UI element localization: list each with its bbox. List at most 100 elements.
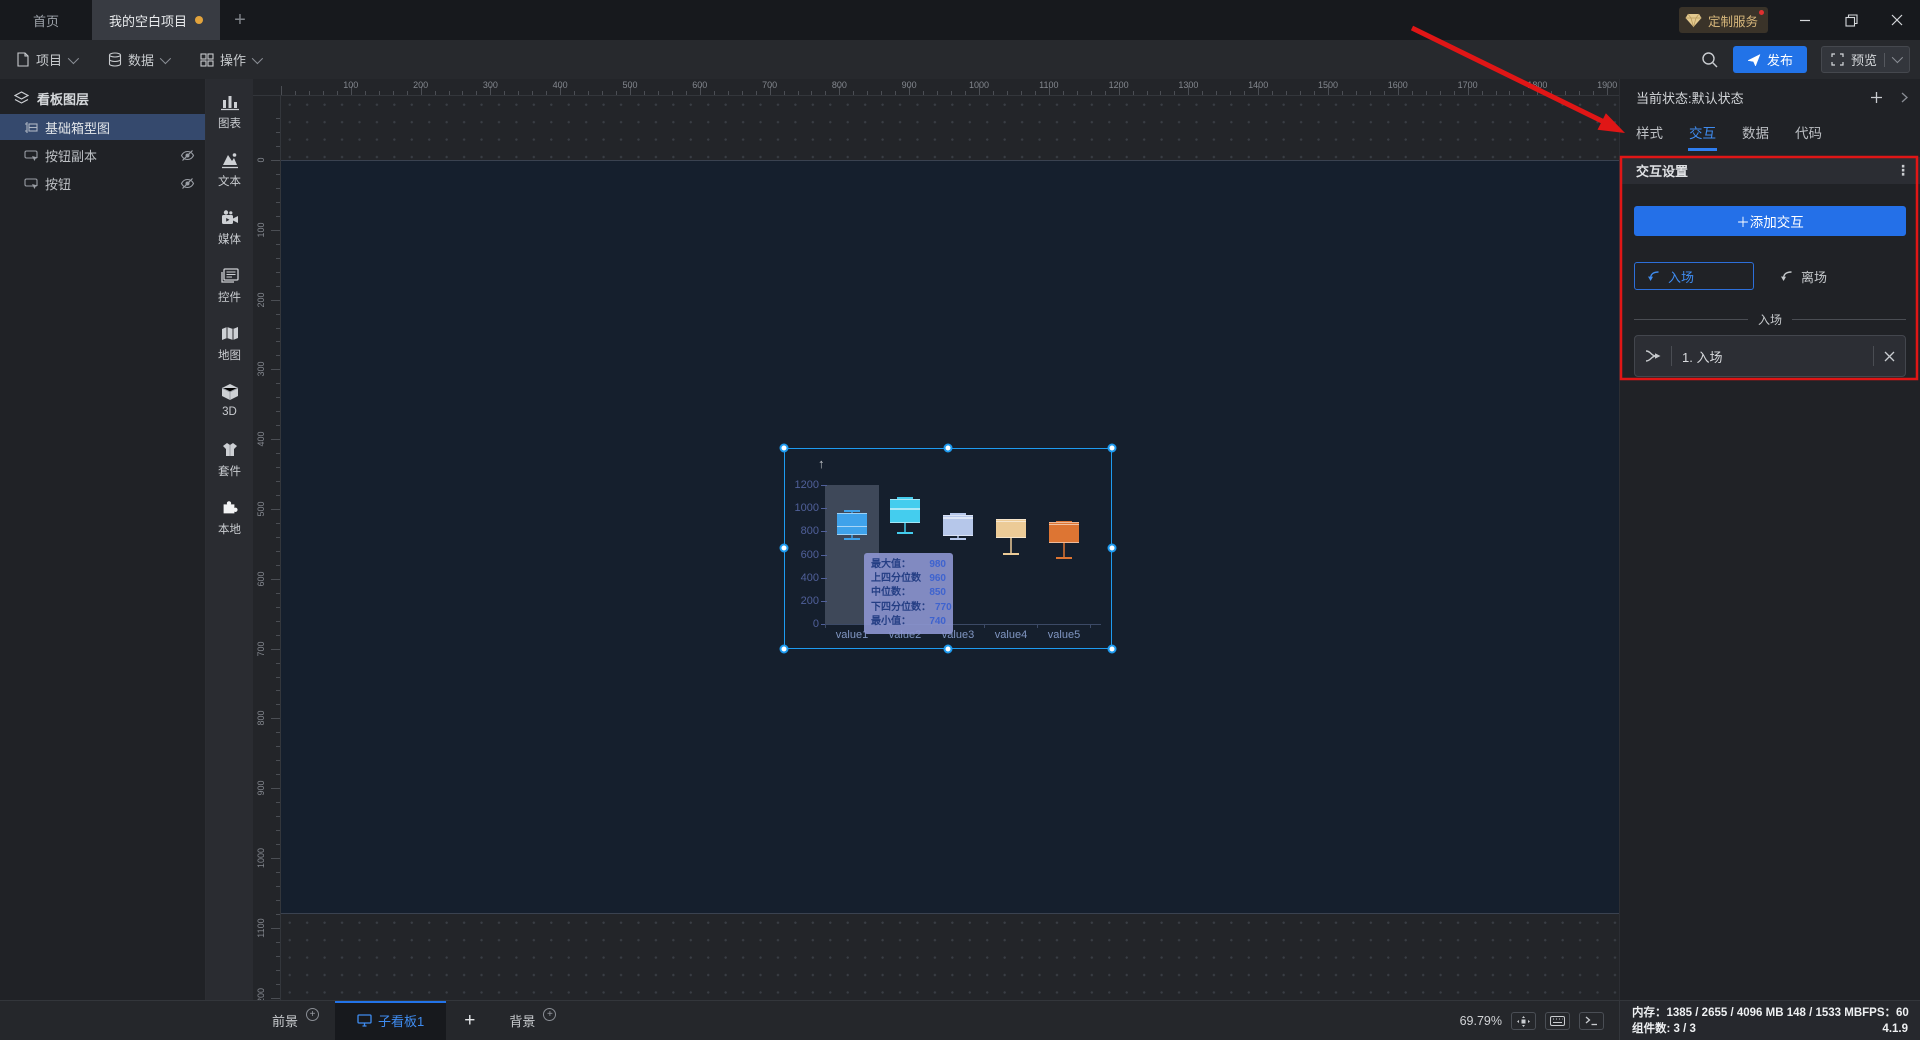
board-tab[interactable]: 子看板1	[335, 1001, 446, 1040]
ruler-tick	[1216, 91, 1217, 95]
ruler-tick	[923, 91, 924, 95]
button-icon	[24, 149, 38, 162]
selection-handle[interactable]	[779, 443, 788, 452]
enter-toggle-button[interactable]: 入场	[1634, 262, 1754, 290]
ruler-tick	[271, 509, 280, 510]
menu-data[interactable]: 数据	[92, 40, 184, 79]
publish-button[interactable]: 发布	[1733, 46, 1807, 73]
ruler-tick	[1370, 91, 1371, 95]
ruler-label: 1000	[969, 80, 989, 90]
kebab-menu-icon[interactable]: ⋮	[1896, 162, 1910, 179]
shortcut-keys-button[interactable]	[1545, 1012, 1570, 1030]
enter-arrow-icon	[1647, 270, 1661, 283]
minimize-button[interactable]	[1782, 0, 1828, 40]
eye-off-icon[interactable]	[180, 149, 195, 162]
chevron-right-icon[interactable]	[1901, 92, 1908, 103]
ruler-label: 800	[832, 80, 847, 90]
rail-item-charts[interactable]: 图表	[206, 93, 253, 137]
ruler-tick	[811, 91, 812, 95]
statusbar: 前景 + 子看板1 + 背景 + 69.79% 内存：1385 / 2655 /…	[0, 1000, 1920, 1040]
ruler-tick	[853, 91, 854, 95]
exit-toggle-button[interactable]: 离场	[1768, 262, 1888, 290]
rail-item-text[interactable]: 文本	[206, 151, 253, 195]
selection-handle[interactable]	[779, 644, 788, 653]
selection-handle[interactable]	[1107, 443, 1116, 452]
selection-handle[interactable]	[943, 644, 952, 653]
add-board-button[interactable]: +	[446, 1001, 493, 1040]
preview-button[interactable]: 预览	[1821, 46, 1910, 73]
interaction-item-row[interactable]: 1. 入场	[1634, 335, 1906, 377]
ruler-tick	[276, 146, 280, 147]
plus-icon: +	[464, 1010, 475, 1032]
rail-item-kits[interactable]: 套件	[206, 441, 253, 485]
ruler-tick	[276, 732, 280, 733]
ruler-tick	[271, 300, 280, 301]
custom-service-badge[interactable]: 定制服务	[1679, 7, 1768, 33]
console-button[interactable]	[1579, 1012, 1604, 1030]
menu-actions[interactable]: 操作	[184, 40, 276, 79]
boxplot-chart[interactable]: 020040060080010001200value1value2value3v…	[784, 448, 1112, 649]
zoom-level[interactable]: 69.79%	[1460, 1014, 1502, 1028]
remove-item-icon[interactable]	[1884, 351, 1895, 362]
rail-item-3d[interactable]: 3D	[206, 383, 253, 427]
tooltip-row: 最大值：980	[871, 558, 946, 572]
selection-handle[interactable]	[779, 544, 788, 553]
chevron-down-icon[interactable]	[1892, 51, 1903, 62]
new-tab-button[interactable]: +	[220, 0, 260, 40]
ruler-tick	[1230, 91, 1231, 95]
search-icon[interactable]	[1701, 51, 1719, 69]
divider	[1671, 346, 1672, 366]
ruler-tick	[1007, 91, 1008, 95]
tab-interaction[interactable]: 交互	[1689, 122, 1716, 151]
ruler-tick	[276, 481, 280, 482]
ruler-tick	[1105, 91, 1106, 95]
layer-item-button-copy[interactable]: 按钮副本	[0, 142, 205, 168]
selection-handle[interactable]	[1107, 544, 1116, 553]
rail-item-widgets[interactable]: 控件	[206, 267, 253, 311]
ruler-tick	[1509, 91, 1510, 95]
ruler-tick	[798, 91, 799, 95]
layer-item-label: 按钮	[45, 174, 71, 193]
layer-item-boxplot[interactable]: 基础箱型图	[0, 114, 205, 140]
fps-value: 60	[1896, 1007, 1909, 1019]
add-state-icon[interactable]	[1870, 91, 1883, 104]
eye-off-icon[interactable]	[180, 177, 195, 190]
ruler-tick	[1482, 91, 1483, 95]
ruler-tick	[658, 91, 659, 95]
tooltip-row: 最小值：740	[871, 615, 946, 629]
menu-project[interactable]: 项目	[0, 40, 92, 79]
tab-project[interactable]: 我的空白项目	[92, 0, 220, 40]
rail-item-local[interactable]: 本地	[206, 499, 253, 543]
selection-handle[interactable]	[943, 443, 952, 452]
ruler-tick	[602, 91, 603, 95]
foreground-tab[interactable]: 前景 +	[256, 1001, 335, 1040]
tab-data[interactable]: 数据	[1742, 122, 1769, 151]
restore-button[interactable]	[1828, 0, 1874, 40]
close-button[interactable]	[1874, 0, 1920, 40]
layers-icon	[14, 91, 29, 105]
ruler-label: 400	[553, 80, 568, 90]
background-tab[interactable]: 背景 +	[493, 1001, 572, 1040]
add-foreground-icon[interactable]: +	[306, 1008, 319, 1021]
rail-item-media[interactable]: 媒体	[206, 209, 253, 253]
ruler-label: 600	[256, 564, 266, 594]
ruler-tick	[1314, 91, 1315, 95]
tab-style[interactable]: 样式	[1636, 122, 1663, 151]
performance-info: 内存：1385 / 2655 / 4096 MB 148 / 1533 MB F…	[1619, 1001, 1920, 1040]
rail-item-map[interactable]: 地图	[206, 325, 253, 369]
tab-home[interactable]: 首页	[0, 0, 92, 40]
ruler-tick	[276, 467, 280, 468]
add-background-icon[interactable]: +	[543, 1008, 556, 1021]
ruler-tick	[295, 91, 296, 95]
off-canvas-band-bottom	[281, 914, 1619, 1000]
add-interaction-button[interactable]: ＋添加交互	[1634, 206, 1906, 236]
map-icon	[220, 325, 240, 343]
ruler-tick	[271, 579, 280, 580]
layer-item-button[interactable]: 按钮	[0, 170, 205, 196]
tooltip-key: 最大值：	[871, 558, 911, 572]
fit-screen-button[interactable]	[1511, 1012, 1536, 1030]
selection-handle[interactable]	[1107, 644, 1116, 653]
ruler-tick	[276, 174, 280, 175]
tab-code[interactable]: 代码	[1795, 122, 1822, 151]
ruler-tick	[276, 607, 280, 608]
